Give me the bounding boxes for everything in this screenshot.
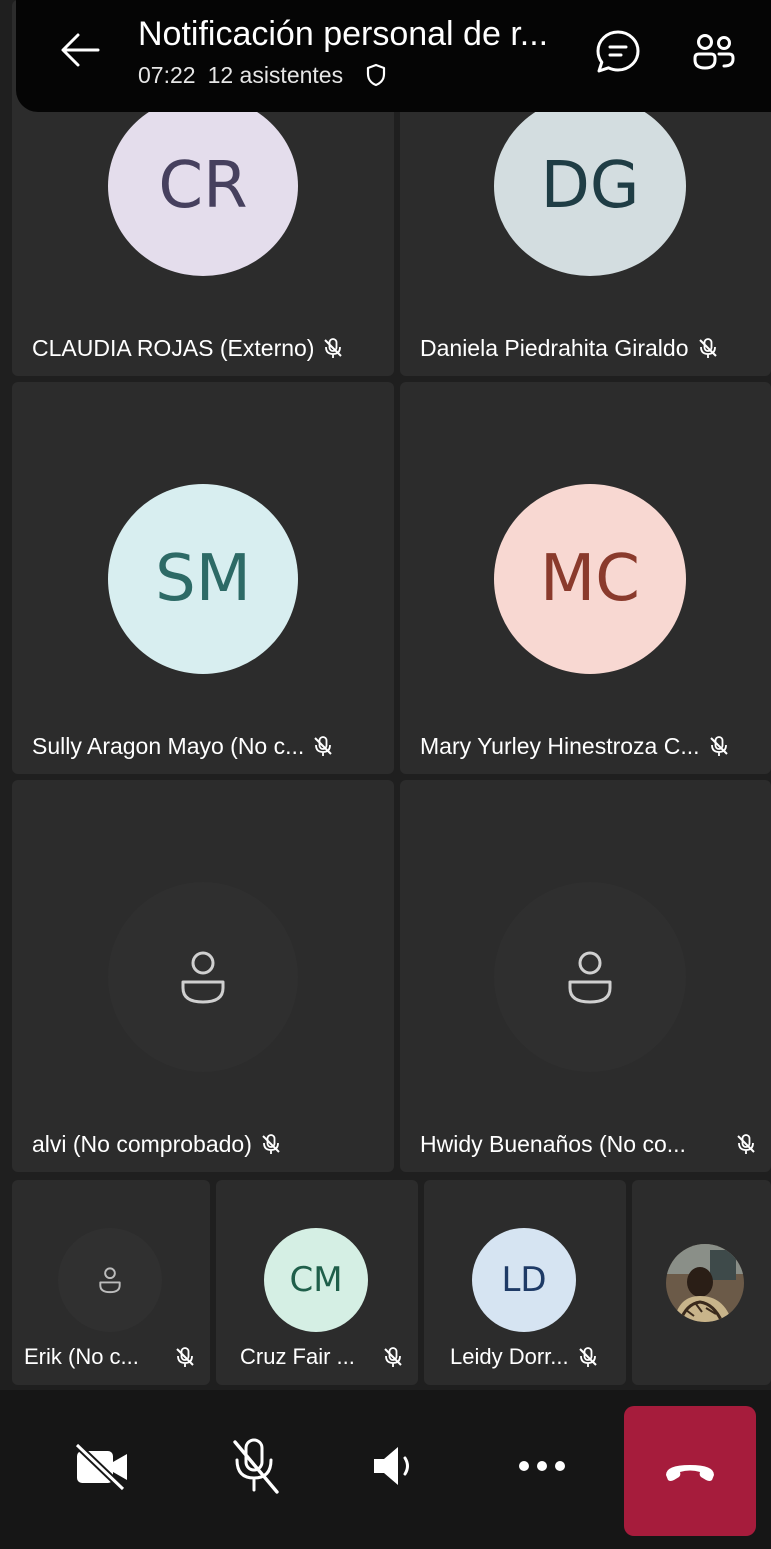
participant-name: Hwidy Buenaños (No co... bbox=[420, 1131, 686, 1157]
participant-name-row: Daniela Piedrahita Giraldo bbox=[420, 334, 757, 362]
avatar: CR bbox=[108, 96, 298, 276]
participant-name: Mary Yurley Hinestroza C... bbox=[420, 733, 700, 759]
participant-name-row: Hwidy Buenaños (No co... bbox=[420, 1130, 757, 1158]
phone-hangup-icon bbox=[666, 1465, 714, 1481]
meeting-duration: 07:22 bbox=[138, 62, 196, 88]
participant-name: Sully Aragon Mayo (No c... bbox=[32, 733, 305, 759]
avatar-initials: SM bbox=[155, 542, 251, 616]
camera-off-icon bbox=[74, 1442, 127, 1491]
shield-icon bbox=[365, 63, 387, 87]
mic-off-icon bbox=[735, 1133, 757, 1155]
participant-strip-tile[interactable]: CM Cruz Fair ... bbox=[216, 1180, 418, 1385]
participant-name: Cruz Fair ... bbox=[240, 1344, 355, 1369]
chat-button[interactable] bbox=[592, 26, 644, 78]
avatar-initials: LD bbox=[501, 1260, 547, 1300]
mic-off-icon bbox=[260, 1133, 282, 1155]
mic-off-icon bbox=[174, 1346, 196, 1368]
participant-name-row: Leidy Dorr... bbox=[450, 1343, 612, 1371]
more-icon bbox=[519, 1461, 565, 1471]
avatar: MC bbox=[494, 484, 686, 674]
mic-off-icon bbox=[312, 735, 334, 757]
participant-strip-tile[interactable]: LD Leidy Dorr... bbox=[424, 1180, 626, 1385]
participant-name-row: Cruz Fair ... bbox=[240, 1343, 404, 1371]
participant-name-row: Sully Aragon Mayo (No c... bbox=[32, 732, 380, 760]
avatar-initials: CR bbox=[158, 149, 248, 223]
avatar bbox=[494, 882, 686, 1072]
participant-name: CLAUDIA ROJAS (Externo) bbox=[32, 335, 315, 361]
people-icon bbox=[693, 34, 735, 70]
participant-tile[interactable]: MC Mary Yurley Hinestroza C... bbox=[400, 382, 771, 774]
participant-tile[interactable]: alvi (No comprobado) bbox=[12, 780, 394, 1172]
participant-name-row: Mary Yurley Hinestroza C... bbox=[420, 732, 757, 760]
speaker-icon bbox=[374, 1447, 409, 1485]
avatar-initials: DG bbox=[540, 149, 640, 223]
participant-strip-tile[interactable]: Erik (No c... bbox=[12, 1180, 210, 1385]
speaker-button[interactable] bbox=[360, 1430, 432, 1502]
more-options-button[interactable] bbox=[506, 1430, 578, 1502]
mic-off-icon bbox=[708, 735, 730, 757]
participant-tile[interactable]: SM Sully Aragon Mayo (No c... bbox=[12, 382, 394, 774]
avatar: DG bbox=[494, 96, 686, 276]
participant-name: alvi (No comprobado) bbox=[32, 1131, 252, 1157]
meeting-screen: Notificación personal de r... 07:22 12 a… bbox=[0, 0, 771, 1549]
camera-toggle-button[interactable] bbox=[66, 1430, 138, 1502]
avatar: SM bbox=[108, 484, 298, 674]
mic-off-icon bbox=[697, 337, 719, 359]
mic-toggle-button[interactable] bbox=[218, 1430, 290, 1502]
avatar-initials: MC bbox=[540, 542, 640, 616]
meeting-info: 07:22 12 asistentes bbox=[138, 60, 387, 90]
participant-name: Leidy Dorr... bbox=[450, 1344, 569, 1369]
person-icon bbox=[99, 1267, 121, 1294]
hang-up-button[interactable] bbox=[624, 1406, 756, 1536]
arrow-left-icon bbox=[61, 33, 100, 67]
avatar-initials: CM bbox=[289, 1260, 343, 1300]
call-controls bbox=[0, 1390, 771, 1549]
avatar: CM bbox=[264, 1228, 368, 1332]
profile-photo bbox=[666, 1244, 744, 1322]
avatar: LD bbox=[472, 1228, 576, 1332]
participant-strip-tile[interactable] bbox=[632, 1180, 771, 1385]
participant-name: Daniela Piedrahita Giraldo bbox=[420, 335, 689, 361]
mic-off-icon bbox=[577, 1346, 599, 1368]
participant-name: Erik (No c... bbox=[24, 1344, 139, 1369]
participant-name-row: Erik (No c... bbox=[24, 1343, 196, 1371]
mic-off-icon bbox=[322, 337, 344, 359]
participant-name-row: alvi (No comprobado) bbox=[32, 1130, 380, 1158]
participant-tile[interactable]: Hwidy Buenaños (No co... bbox=[400, 780, 771, 1172]
chat-icon bbox=[596, 30, 640, 73]
avatar bbox=[58, 1228, 162, 1332]
person-icon bbox=[568, 951, 612, 1004]
attendee-count: 12 asistentes bbox=[207, 62, 344, 88]
mic-off-icon bbox=[233, 1438, 279, 1494]
back-button[interactable] bbox=[52, 22, 108, 78]
meeting-header: Notificación personal de r... 07:22 12 a… bbox=[16, 0, 771, 112]
participants-button[interactable] bbox=[688, 26, 740, 78]
person-icon bbox=[181, 951, 225, 1004]
participant-name-row: CLAUDIA ROJAS (Externo) bbox=[32, 334, 380, 362]
mic-off-icon bbox=[382, 1346, 404, 1368]
meeting-title: Notificación personal de r... bbox=[138, 15, 549, 53]
avatar bbox=[108, 882, 298, 1072]
